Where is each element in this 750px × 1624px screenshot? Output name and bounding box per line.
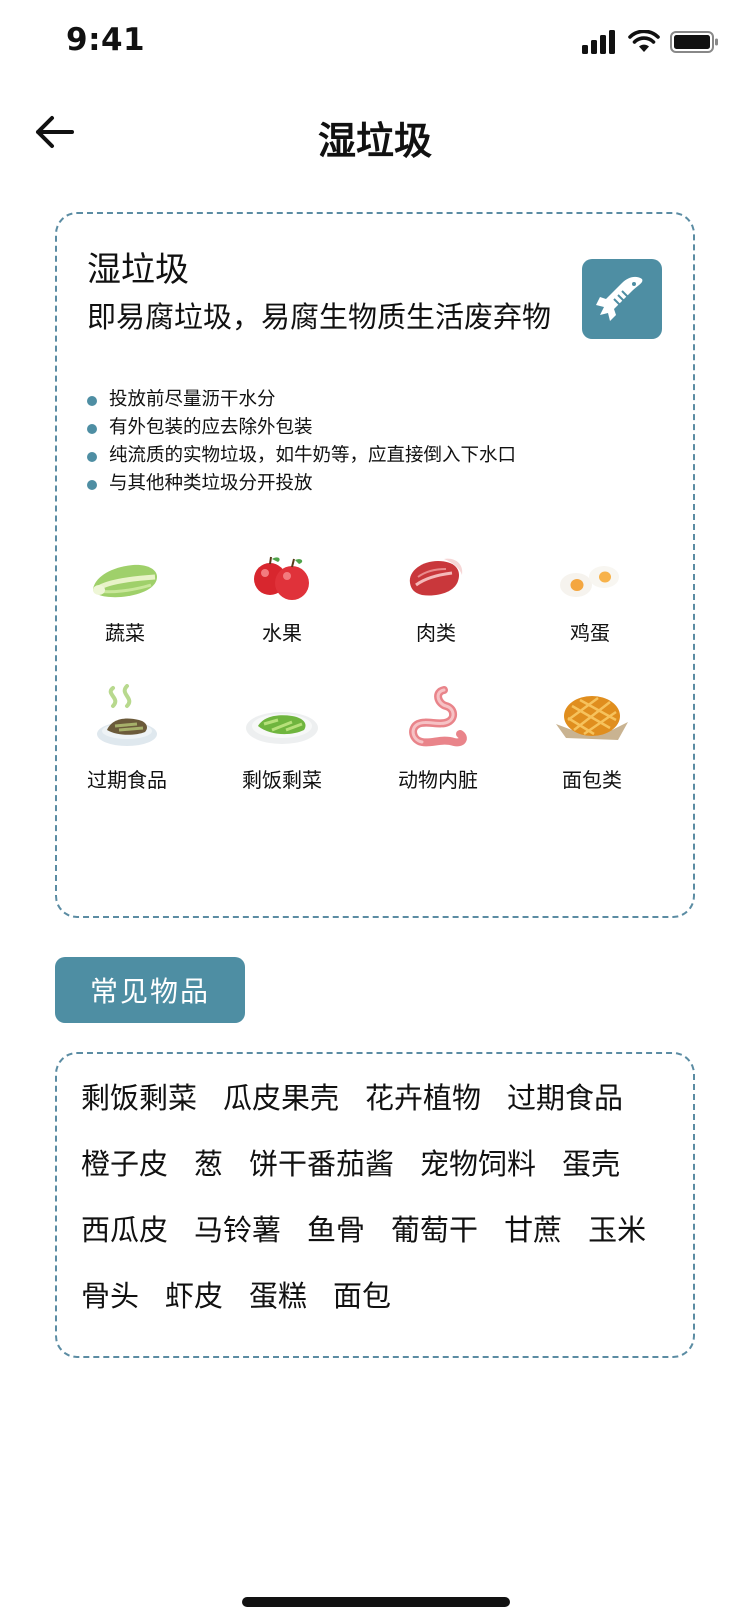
list-item[interactable]: 蛋糕: [249, 1274, 307, 1318]
cabbage-icon: [93, 564, 157, 598]
category-leftovers[interactable]: 剩饭剩菜: [212, 684, 352, 793]
list-item[interactable]: 葡萄干: [391, 1208, 478, 1252]
category-label: 过期食品: [87, 768, 167, 792]
list-item[interactable]: 骨头: [81, 1274, 139, 1318]
list-item[interactable]: 马铃薯: [194, 1208, 281, 1252]
category-meat[interactable]: 肉类: [366, 547, 506, 646]
list-item[interactable]: 虾皮: [165, 1274, 223, 1318]
category-expired-food[interactable]: 过期食品: [57, 684, 197, 793]
category-label: 蔬菜: [105, 621, 145, 645]
meat-icon: [409, 558, 463, 596]
list-item[interactable]: 宠物饲料: [420, 1142, 536, 1186]
status-bar: 9:41: [0, 0, 750, 88]
apple-icon: [254, 556, 309, 600]
spoiled-food-icon: [97, 684, 157, 746]
status-time: 9:41: [66, 22, 146, 58]
list-item[interactable]: 过期食品: [507, 1076, 623, 1120]
tip-item: 与其他种类垃圾分开投放: [87, 470, 516, 498]
card-subtitle: 即易腐垃圾，易腐生物质生活废弃物: [87, 300, 552, 334]
category-eggs[interactable]: 鸡蛋: [520, 547, 660, 646]
battery-icon: [670, 31, 718, 53]
wifi-icon: [628, 30, 660, 52]
list-item[interactable]: 甘蔗: [504, 1208, 562, 1252]
tip-item: 纯流质的实物垃圾，如牛奶等，应直接倒入下水口: [87, 442, 516, 470]
tips-list: 投放前尽量沥干水分 有外包装的应去除外包装 纯流质的实物垃圾，如牛奶等，应直接倒…: [87, 386, 516, 498]
category-animal-offal[interactable]: 动物内脏: [368, 684, 508, 793]
card-title: 湿垃圾: [87, 250, 189, 290]
list-item[interactable]: 蛋壳: [562, 1142, 620, 1186]
egg-icon: [560, 566, 619, 597]
category-label: 鸡蛋: [570, 621, 610, 645]
list-item[interactable]: 剩饭剩菜: [81, 1076, 197, 1120]
cellular-signal-icon: [582, 30, 615, 54]
common-items-list: 剩饭剩菜 瓜皮果壳 花卉植物 过期食品 橙子皮 葱 饼干番茄酱 宠物饲料 蛋壳 …: [81, 1076, 681, 1318]
fish-bone-icon: [582, 259, 662, 339]
category-label: 剩饭剩菜: [242, 768, 322, 792]
category-vegetables[interactable]: 蔬菜: [55, 547, 195, 646]
category-bread[interactable]: 面包类: [522, 684, 662, 793]
info-card: 湿垃圾 即易腐垃圾，易腐生物质生活废弃物 投放前尽量沥干水分 有外包装的应去除外…: [55, 212, 695, 918]
category-label: 肉类: [416, 621, 456, 645]
page-title: 湿垃圾: [317, 119, 432, 163]
list-item[interactable]: 玉米: [588, 1208, 646, 1252]
offal-icon: [409, 686, 467, 747]
category-label: 动物内脏: [398, 768, 478, 792]
common-items-button[interactable]: 常见物品: [55, 957, 245, 1023]
list-item[interactable]: 橙子皮: [81, 1142, 168, 1186]
list-item[interactable]: 西瓜皮: [81, 1208, 168, 1252]
status-icons: [582, 30, 720, 54]
list-item[interactable]: 鱼骨: [307, 1208, 365, 1252]
list-item[interactable]: 面包: [333, 1274, 391, 1318]
list-item[interactable]: 瓜皮果壳: [223, 1076, 339, 1120]
category-label: 水果: [262, 621, 302, 645]
list-item[interactable]: 饼干番茄酱: [249, 1142, 394, 1186]
list-item[interactable]: 花卉植物: [365, 1076, 481, 1120]
list-item[interactable]: 葱: [194, 1142, 223, 1186]
navigation-bar: 湿垃圾: [0, 88, 750, 176]
category-label: 面包类: [562, 768, 622, 792]
leftovers-icon: [246, 712, 318, 744]
home-indicator[interactable]: [242, 1597, 510, 1607]
category-fruit[interactable]: 水果: [212, 547, 352, 646]
bread-icon: [556, 696, 628, 740]
tip-item: 投放前尽量沥干水分: [87, 386, 516, 414]
common-items-card: 剩饭剩菜 瓜皮果壳 花卉植物 过期食品 橙子皮 葱 饼干番茄酱 宠物饲料 蛋壳 …: [55, 1052, 695, 1358]
tip-item: 有外包装的应去除外包装: [87, 414, 516, 442]
